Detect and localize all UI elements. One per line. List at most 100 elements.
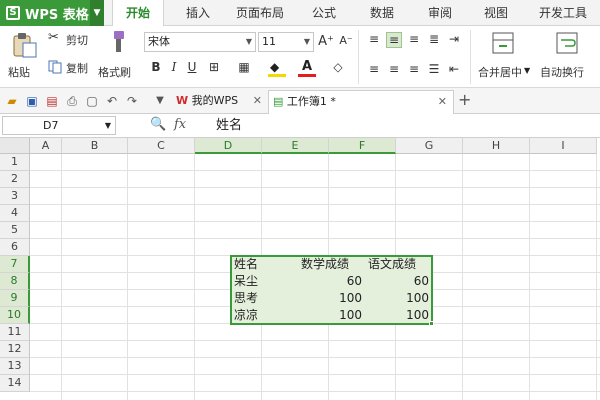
italic-icon[interactable]: I: [166, 60, 182, 74]
row-header-9[interactable]: 9: [0, 290, 30, 307]
cell-d7[interactable]: 姓名: [231, 256, 298, 273]
row-header-3[interactable]: 3: [0, 188, 30, 205]
redo-icon[interactable]: ↷: [124, 93, 140, 109]
font-name-value: 宋体: [148, 35, 170, 48]
new-tab-plus-icon[interactable]: +: [458, 90, 471, 109]
ribbon-home: 粘贴 ✂ 剪切 复制 格式刷 宋体 ▼ 11 ▼ A⁺ A⁻ B I U ⊞ ▦…: [0, 26, 600, 88]
tab-workbook[interactable]: ▤ 工作簿1 * ✕: [268, 90, 454, 114]
app-menu-dropdown-icon[interactable]: ▼: [90, 0, 104, 26]
font-name-select[interactable]: 宋体 ▼: [144, 32, 256, 52]
column-header-c[interactable]: C: [128, 138, 195, 154]
name-box[interactable]: D7 ▼: [2, 116, 116, 135]
row-header-4[interactable]: 4: [0, 205, 30, 222]
row-header-6[interactable]: 6: [0, 239, 30, 256]
column-header-a[interactable]: A: [30, 138, 62, 154]
row-header-8[interactable]: 8: [0, 273, 30, 290]
cell-f7[interactable]: 语文成绩: [365, 256, 432, 273]
column-header-i[interactable]: I: [530, 138, 597, 154]
tab-my-wps[interactable]: W 我的WPS ✕: [172, 90, 266, 114]
clear-format-icon[interactable]: ◇: [330, 60, 346, 74]
row-header-1[interactable]: 1: [0, 154, 30, 171]
merge-center-button[interactable]: 合并居中 ▼: [474, 30, 532, 84]
close-icon[interactable]: ✕: [253, 90, 262, 112]
cell-e7[interactable]: 数学成绩: [298, 256, 365, 273]
cell-f10[interactable]: 100: [365, 307, 432, 324]
close-icon[interactable]: ✕: [438, 91, 447, 113]
tab-view[interactable]: 视图: [474, 0, 518, 26]
decrease-font-icon[interactable]: A⁻: [338, 34, 354, 47]
outdent-icon[interactable]: ⇤: [446, 62, 462, 76]
tab-review[interactable]: 审阅: [418, 0, 462, 26]
column-header-b[interactable]: B: [62, 138, 128, 154]
customize-dropdown-icon[interactable]: ▼: [152, 93, 168, 109]
cell-e8[interactable]: 60: [298, 273, 365, 290]
row-header-13[interactable]: 13: [0, 358, 30, 375]
row-header-10[interactable]: 10: [0, 307, 30, 324]
align-center-icon[interactable]: ≡: [386, 62, 402, 76]
export-pdf-icon[interactable]: ▤: [44, 93, 60, 109]
column-header-f[interactable]: F: [329, 138, 396, 154]
font-size-select[interactable]: 11 ▼: [258, 32, 314, 52]
tab-page-layout[interactable]: 页面布局: [228, 0, 292, 26]
cell-d9[interactable]: 思考: [231, 290, 298, 307]
cell-e10[interactable]: 100: [298, 307, 365, 324]
undo-icon[interactable]: ↶: [104, 93, 120, 109]
row-header-7[interactable]: 7: [0, 256, 30, 273]
row-header-12[interactable]: 12: [0, 341, 30, 358]
align-right-icon[interactable]: ≡: [406, 62, 422, 76]
wrap-text-button[interactable]: 自动换行: [538, 30, 596, 84]
formula-input[interactable]: 姓名: [208, 116, 600, 135]
font-color-button[interactable]: A: [298, 59, 318, 78]
paint-bucket-icon: ◆: [270, 60, 280, 74]
print-icon[interactable]: ⎙: [64, 93, 80, 109]
cell-e9[interactable]: 100: [298, 290, 365, 307]
copy-button[interactable]: 复制: [48, 58, 96, 76]
column-header-d[interactable]: D: [195, 138, 262, 154]
row-header-2[interactable]: 2: [0, 171, 30, 188]
align-bottom-icon[interactable]: ≡: [406, 32, 422, 46]
cell-f9[interactable]: 100: [365, 290, 432, 307]
paste-button[interactable]: 粘贴: [6, 30, 42, 84]
align-top-icon[interactable]: ≡: [366, 32, 382, 46]
column-header-h[interactable]: H: [463, 138, 530, 154]
wps-w-icon: W: [176, 94, 189, 107]
tab-home[interactable]: 开始: [112, 0, 164, 27]
tab-developer[interactable]: 开发工具: [530, 0, 596, 26]
distribute-icon[interactable]: ☰: [426, 62, 442, 76]
tab-data[interactable]: 数据: [360, 0, 404, 26]
row-header-14[interactable]: 14: [0, 375, 30, 392]
zoom-search-icon[interactable]: 🔍: [150, 117, 166, 132]
fill-pattern-icon[interactable]: ▦: [236, 60, 252, 74]
spreadsheet-grid[interactable]: ABCDEFGHI 1 2 3 4 5 6 7 8 9 10 11 12 13 14 姓名 数学成绩 语文…: [0, 138, 600, 400]
align-justify-icon[interactable]: ≣: [426, 32, 442, 46]
open-folder-icon[interactable]: ▰: [4, 93, 20, 109]
increase-font-icon[interactable]: A⁺: [318, 34, 334, 49]
row-header-11[interactable]: 11: [0, 324, 30, 341]
bold-icon[interactable]: B: [148, 60, 164, 74]
indent-icon[interactable]: ⇥: [446, 32, 462, 46]
align-middle-icon[interactable]: ≡: [386, 32, 402, 48]
app-logo-button[interactable]: S WPS 表格: [0, 0, 104, 26]
format-painter-button[interactable]: 格式刷: [98, 30, 138, 84]
grid-row-line: [30, 170, 600, 171]
font-color-swatch: [298, 74, 316, 77]
cell-d10[interactable]: 凉凉: [231, 307, 298, 324]
fill-handle[interactable]: [429, 321, 434, 326]
select-all-corner[interactable]: [0, 138, 30, 154]
tab-insert[interactable]: 插入: [176, 0, 220, 26]
cell-d8[interactable]: 呆尘: [231, 273, 298, 290]
chevron-down-icon: ▼: [303, 37, 310, 46]
column-header-e[interactable]: E: [262, 138, 329, 154]
fill-color-button[interactable]: ◆: [268, 60, 288, 78]
borders-icon[interactable]: ⊞: [206, 60, 222, 74]
tab-formulas[interactable]: 公式: [302, 0, 346, 26]
fx-icon[interactable]: fx: [174, 117, 186, 132]
save-icon[interactable]: ▣: [24, 93, 40, 109]
underline-icon[interactable]: U: [184, 60, 200, 74]
cell-f8[interactable]: 60: [365, 273, 432, 290]
row-header-5[interactable]: 5: [0, 222, 30, 239]
print-preview-icon[interactable]: ▢: [84, 93, 100, 109]
cut-button[interactable]: ✂ 剪切: [48, 30, 96, 48]
align-left-icon[interactable]: ≡: [366, 62, 382, 76]
column-header-g[interactable]: G: [396, 138, 463, 154]
